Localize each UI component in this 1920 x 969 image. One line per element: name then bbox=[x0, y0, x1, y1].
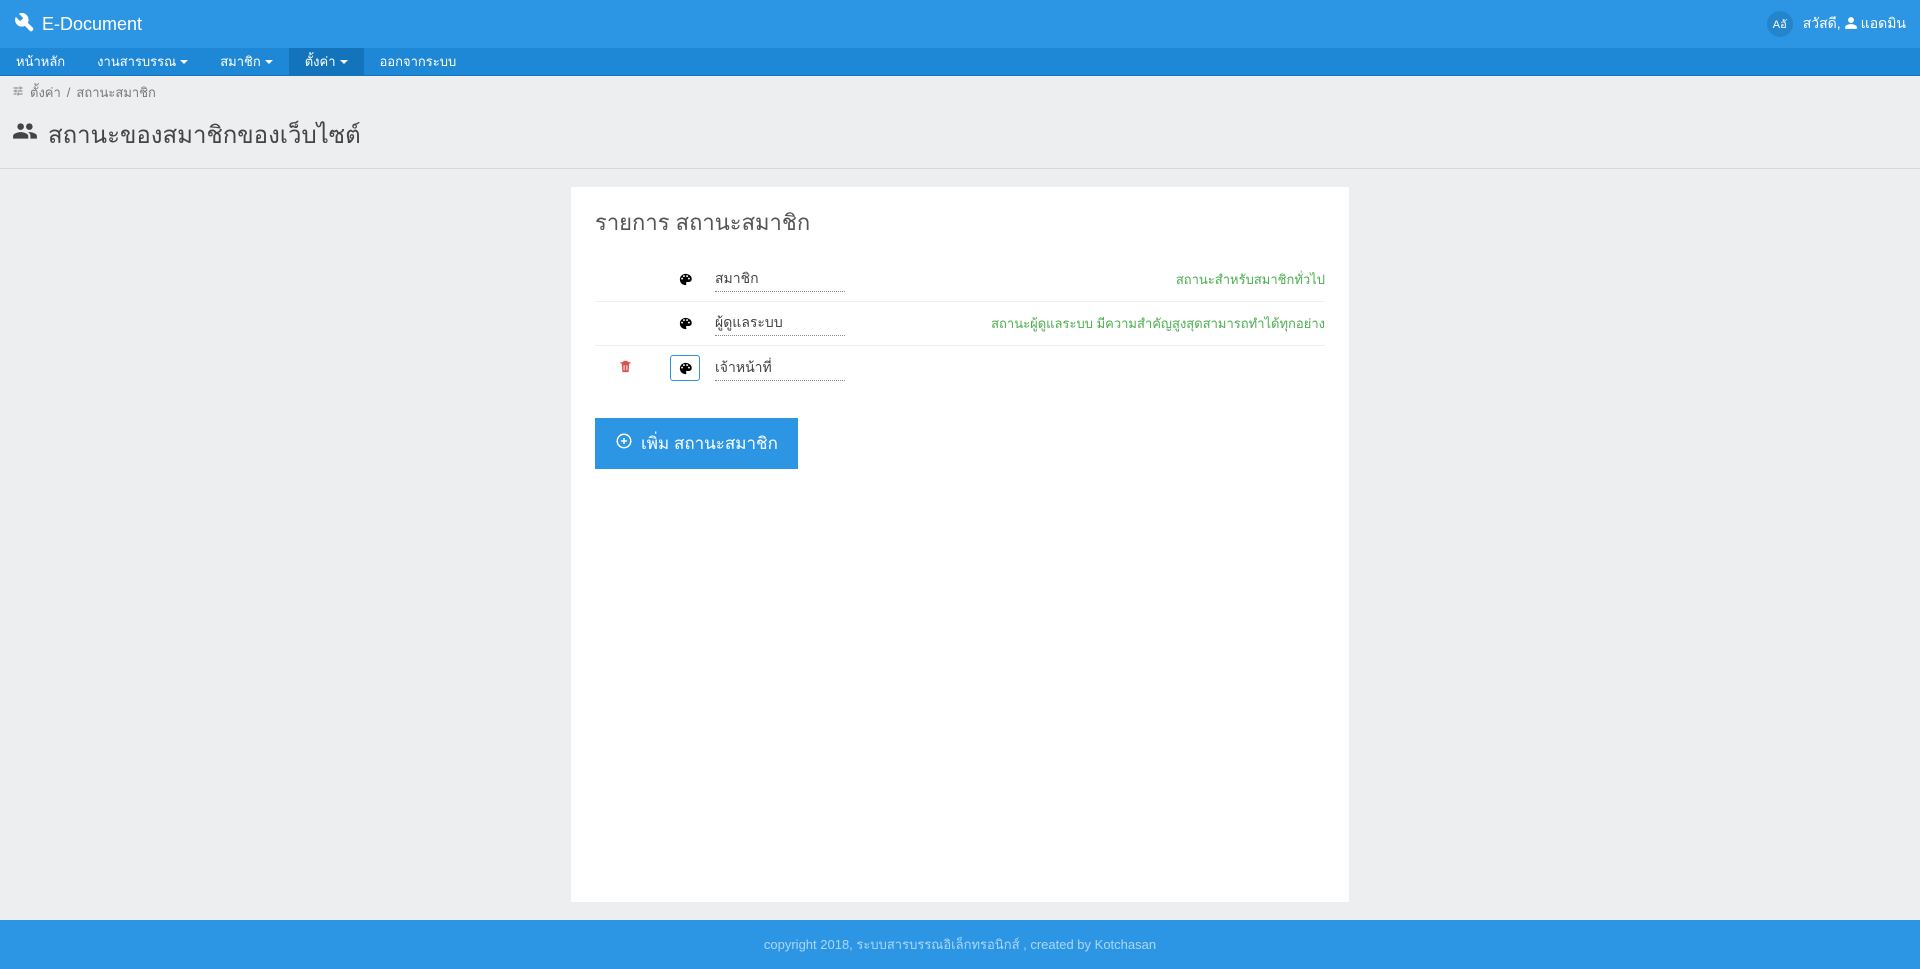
footer-text: copyright 2018, ระบบสารบรรณอิเล็กทรอนิกส… bbox=[764, 937, 1156, 952]
nav-settings-label: ตั้งค่า bbox=[305, 51, 336, 72]
chevron-down-icon bbox=[180, 60, 188, 64]
nav-logout-label: ออกจากระบบ bbox=[380, 51, 457, 72]
footer: copyright 2018, ระบบสารบรรณอิเล็กทรอนิกส… bbox=[0, 920, 1920, 969]
users-icon bbox=[12, 118, 38, 151]
nav-edoc[interactable]: งานสารบรรณ bbox=[81, 48, 204, 75]
color-swatch[interactable] bbox=[670, 355, 700, 381]
nav-home-label: หน้าหลัก bbox=[16, 51, 65, 72]
color-swatch[interactable] bbox=[670, 311, 700, 337]
status-description: สถานะสำหรับสมาชิกทั่วไป bbox=[885, 269, 1325, 290]
nav-edoc-label: งานสารบรรณ bbox=[97, 51, 176, 72]
status-row: สถานะผู้ดูแลระบบ มีความสำคัญสูงสุดสามารถ… bbox=[595, 302, 1325, 346]
language-button[interactable]: Aอั bbox=[1767, 11, 1793, 37]
plus-circle-icon bbox=[615, 432, 633, 455]
app-header: E-Document Aอั สวัสดี, แอดมิน bbox=[0, 0, 1920, 48]
breadcrumb-settings[interactable]: ตั้งค่า bbox=[30, 82, 61, 103]
delete-button[interactable] bbox=[618, 359, 633, 377]
page-title: สถานะของสมาชิกของเว็บไซต์ bbox=[12, 115, 1908, 154]
wrench-icon bbox=[14, 12, 34, 37]
header-right: Aอั สวัสดี, แอดมิน bbox=[1767, 11, 1906, 37]
status-row bbox=[595, 346, 1325, 390]
panel-title: รายการ สถานะสมาชิก bbox=[595, 205, 1325, 240]
nav-members[interactable]: สมาชิก bbox=[204, 48, 289, 75]
status-row: สถานะสำหรับสมาชิกทั่วไป bbox=[595, 258, 1325, 302]
chevron-down-icon bbox=[340, 60, 348, 64]
user-name: แอดมิน bbox=[1861, 13, 1906, 35]
breadcrumb-sep: / bbox=[67, 85, 71, 100]
nav-logout[interactable]: ออกจากระบบ bbox=[364, 48, 473, 75]
settings-icon bbox=[12, 85, 24, 100]
nav-home[interactable]: หน้าหลัก bbox=[0, 48, 81, 75]
add-status-label: เพิ่ม สถานะสมาชิก bbox=[641, 430, 778, 457]
user-icon bbox=[1844, 16, 1858, 33]
nav-settings[interactable]: ตั้งค่า bbox=[289, 48, 364, 75]
status-panel: รายการ สถานะสมาชิก สถานะสำหรับสมาชิกทั่ว… bbox=[571, 187, 1349, 902]
content-area: รายการ สถานะสมาชิก สถานะสำหรับสมาชิกทั่ว… bbox=[0, 169, 1920, 920]
chevron-down-icon bbox=[265, 60, 273, 64]
navbar: หน้าหลัก งานสารบรรณ สมาชิก ตั้งค่า ออกจา… bbox=[0, 48, 1920, 76]
status-description: สถานะผู้ดูแลระบบ มีความสำคัญสูงสุดสามารถ… bbox=[885, 313, 1325, 334]
page-title-bar: สถานะของสมาชิกของเว็บไซต์ bbox=[0, 109, 1920, 169]
nav-members-label: สมาชิก bbox=[220, 51, 261, 72]
brand-text: E-Document bbox=[42, 14, 142, 35]
greeting[interactable]: สวัสดี, แอดมิน bbox=[1803, 13, 1906, 35]
page-title-text: สถานะของสมาชิกของเว็บไซต์ bbox=[48, 115, 361, 154]
status-name-input[interactable] bbox=[715, 356, 845, 381]
status-name-input[interactable] bbox=[715, 267, 845, 292]
brand[interactable]: E-Document bbox=[14, 12, 142, 37]
breadcrumb: ตั้งค่า / สถานะสมาชิก bbox=[0, 76, 1920, 109]
greet-prefix: สวัสดี, bbox=[1803, 13, 1841, 35]
add-status-button[interactable]: เพิ่ม สถานะสมาชิก bbox=[595, 418, 798, 469]
color-swatch[interactable] bbox=[670, 267, 700, 293]
status-name-input[interactable] bbox=[715, 311, 845, 336]
breadcrumb-status[interactable]: สถานะสมาชิก bbox=[76, 82, 155, 103]
